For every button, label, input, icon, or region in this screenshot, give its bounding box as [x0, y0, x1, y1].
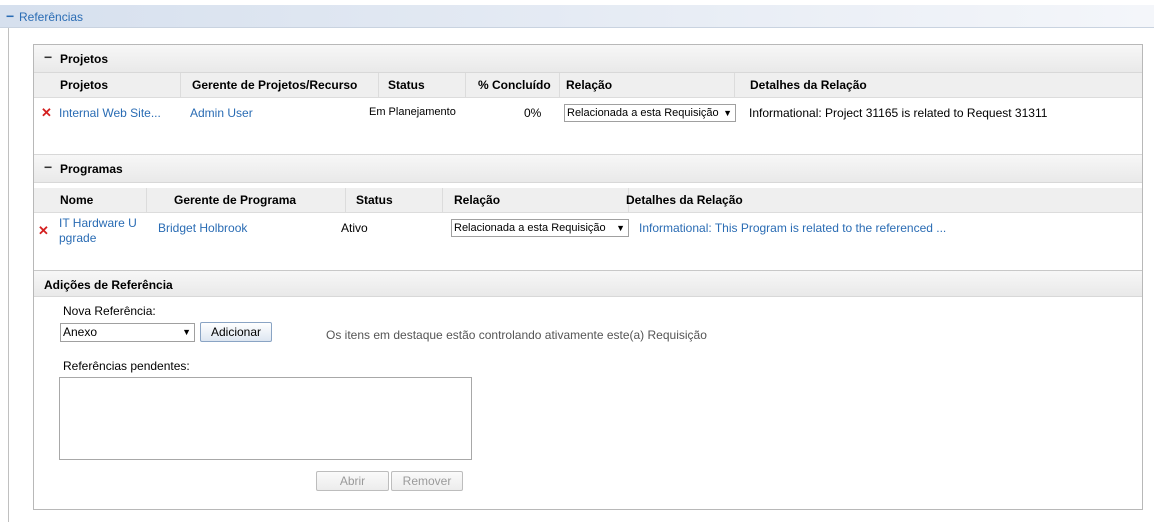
project-status: Em Planejamento [369, 106, 456, 118]
chevron-down-icon: ▼ [616, 223, 625, 233]
programs-section-title: Programas [60, 162, 123, 176]
col-manager: Gerente de Projetos/Recurso [192, 78, 358, 92]
project-link[interactable]: Internal Web Site... [59, 106, 161, 120]
col-status: Status [388, 78, 425, 92]
table-row: ✕ Internal Web Site... Admin User Em Pla… [34, 98, 1142, 124]
references-section-header[interactable]: − Referências [0, 5, 1154, 28]
collapse-icon[interactable]: − [6, 8, 14, 24]
remove-button[interactable]: Remover [391, 471, 463, 491]
col-percent: % Concluído [478, 78, 551, 92]
pending-references-label: Referências pendentes: [63, 359, 190, 373]
projects-section-header[interactable]: − Projetos [34, 45, 1142, 73]
col-program-status: Status [356, 193, 393, 207]
project-percent: 0% [524, 106, 542, 120]
new-reference-label: Nova Referência: [63, 304, 156, 318]
open-button[interactable]: Abrir [316, 471, 389, 491]
references-title: Referências [19, 10, 84, 24]
col-relation: Relação [566, 78, 613, 92]
left-border [8, 28, 9, 522]
collapse-programs-icon[interactable]: − [44, 159, 52, 175]
add-button[interactable]: Adicionar [200, 322, 272, 342]
project-relation-details: Informational: Project 31165 is related … [749, 106, 1048, 120]
delete-icon[interactable]: ✕ [41, 105, 52, 121]
chevron-down-icon: ▼ [723, 108, 732, 118]
projects-table-header: Projetos Gerente de Projetos/Recurso Sta… [34, 73, 1142, 98]
references-panel: − Projetos Projetos Gerente de Projetos/… [33, 44, 1143, 510]
program-status: Ativo [341, 221, 368, 235]
programs-section-header[interactable]: − Programas [34, 154, 1142, 183]
program-relation-details[interactable]: Informational: This Program is related t… [639, 221, 946, 235]
chevron-down-icon: ▼ [182, 327, 191, 337]
collapse-projects-icon[interactable]: − [44, 49, 52, 65]
program-manager-link[interactable]: Bridget Holbrook [158, 221, 247, 235]
program-relation-select-value: Relacionada a esta Requisição [454, 222, 606, 234]
col-projects: Projetos [60, 78, 109, 92]
col-program-manager: Gerente de Programa [174, 193, 297, 207]
new-reference-select-value: Anexo [63, 325, 98, 339]
col-program-relation-details: Detalhes da Relação [626, 193, 743, 207]
relation-select-value: Relacionada a esta Requisição [567, 107, 719, 119]
delete-icon[interactable]: ✕ [38, 223, 49, 239]
relation-select[interactable]: Relacionada a esta Requisição ▼ [564, 104, 736, 122]
table-row: ✕ IT Hardware U pgrade Bridget Holbrook … [34, 213, 1142, 247]
additions-title: Adições de Referência [44, 278, 173, 292]
additions-section-header: Adições de Referência [34, 270, 1142, 297]
programs-table-header: Nome Gerente de Programa Status Relação … [34, 188, 1142, 213]
col-name: Nome [60, 193, 94, 207]
program-relation-select[interactable]: Relacionada a esta Requisição ▼ [451, 219, 629, 237]
col-relation-details: Detalhes da Relação [750, 78, 867, 92]
new-reference-select[interactable]: Anexo ▼ [60, 323, 195, 342]
projects-section-title: Projetos [60, 52, 109, 66]
highlight-note: Os itens em destaque estão controlando a… [326, 328, 707, 342]
manager-link[interactable]: Admin User [190, 106, 253, 120]
col-program-relation: Relação [454, 193, 501, 207]
program-link-line2[interactable]: pgrade [59, 231, 96, 245]
program-link-line1[interactable]: IT Hardware U [59, 216, 137, 230]
pending-references-list[interactable] [59, 377, 472, 460]
